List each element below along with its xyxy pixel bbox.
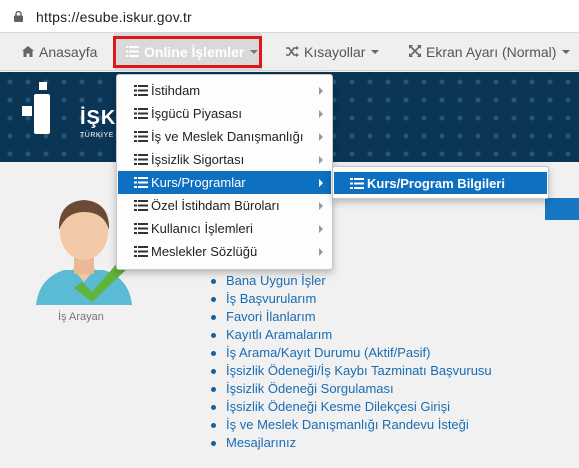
menu-item-meslekler[interactable]: Meslekler Sözlüğü [118, 240, 331, 263]
chevron-down-icon [371, 50, 380, 54]
menu-item-ozel-istihdam[interactable]: Özel İstihdam Büroları [118, 194, 331, 217]
list-icon [134, 85, 148, 96]
chevron-right-icon [319, 248, 323, 256]
menu-item-label: İşgücü Piyasası [151, 106, 243, 121]
list-icon [134, 154, 148, 165]
iskur-logo-mark [22, 82, 50, 134]
lock-icon [14, 11, 23, 22]
list-item[interactable]: Bana Uygun İşler [210, 272, 492, 290]
menu-item-isgucu[interactable]: İşgücü Piyasası [118, 102, 331, 125]
address-bar[interactable]: https://esube.iskur.gov.tr [0, 0, 579, 33]
menu-item-label: İş ve Meslek Danışmanlığı [151, 129, 304, 144]
menu-item-istihdam[interactable]: İstihdam [118, 79, 331, 102]
expand-icon [409, 44, 421, 60]
highlight-box [113, 36, 262, 68]
list-item[interactable]: İşsizlik Ödeneği/İş Kaybı Tazminatı Başv… [210, 362, 492, 380]
chevron-right-icon [319, 87, 323, 95]
list-item[interactable]: İşsizlik Ödeneği Kesme Dilekçesi Girişi [210, 398, 492, 416]
nav-shortcuts-label: Kısayollar [304, 44, 366, 60]
submenu-item-kurs-program-bilgileri[interactable]: Kurs/Program Bilgileri [334, 172, 547, 194]
menu-item-label: Özel İstihdam Büroları [151, 198, 280, 213]
quick-links-list: Bana Uygun İşler İş Başvurularım Favori … [210, 272, 492, 452]
list-item[interactable]: Mesajlarınız [210, 434, 492, 452]
list-icon [134, 200, 148, 211]
url-text[interactable]: https://esube.iskur.gov.tr [36, 9, 192, 25]
logo-text: İŞK [80, 107, 117, 129]
list-icon [350, 177, 364, 189]
list-icon [134, 223, 148, 234]
kurs-programlar-submenu: Kurs/Program Bilgileri [332, 166, 549, 199]
nav-screen-settings[interactable]: Ekran Ayarı (Normal) [409, 33, 571, 71]
nav-shortcuts[interactable]: Kısayollar [286, 33, 380, 71]
nav-screen-label: Ekran Ayarı (Normal) [426, 44, 557, 60]
list-icon [134, 246, 148, 257]
list-icon [134, 108, 148, 119]
chevron-right-icon [319, 133, 323, 141]
list-item[interactable]: Favori İlanlarım [210, 308, 492, 326]
online-islemler-dropdown: İstihdam İşgücü Piyasası İş ve Meslek Da… [116, 74, 333, 270]
nav-home-label: Anasayfa [39, 44, 98, 60]
nav-home[interactable]: Anasayfa [22, 33, 97, 71]
menu-item-kullanici[interactable]: Kullanıcı İşlemleri [118, 217, 331, 240]
list-item[interactable]: İşsizlik Ödeneği Sorgulaması [210, 380, 492, 398]
chevron-right-icon [319, 179, 323, 187]
chevron-right-icon [319, 110, 323, 118]
list-item[interactable]: Kayıtlı Aramalarım [210, 326, 492, 344]
shuffle-icon [286, 45, 299, 60]
right-blue-bar [545, 198, 579, 220]
list-item[interactable]: İş Arama/Kayıt Durumu (Aktif/Pasif) [210, 344, 492, 362]
menu-item-label: İstihdam [151, 83, 201, 98]
menu-item-label: Kullanıcı İşlemleri [151, 221, 253, 236]
chevron-right-icon [319, 225, 323, 233]
menu-item-label: İşsizlik Sigortası [151, 152, 245, 167]
home-icon [22, 45, 34, 60]
menu-item-label: Meslekler Sözlüğü [151, 244, 258, 259]
chevron-down-icon [562, 50, 571, 54]
menu-item-sigorta[interactable]: İşsizlik Sigortası [118, 148, 331, 171]
list-item[interactable]: İş Başvurularım [210, 290, 492, 308]
list-icon [134, 177, 148, 188]
logo-subtext: TÜRKİYE [80, 132, 114, 139]
top-navbar: Anasayfa Online İşlemler Kısayollar Ekra… [0, 33, 579, 71]
chevron-right-icon [319, 156, 323, 164]
menu-item-danismanlik[interactable]: İş ve Meslek Danışmanlığı [118, 125, 331, 148]
menu-item-kurs-programlar[interactable]: Kurs/Programlar [118, 171, 331, 194]
menu-item-label: Kurs/Programlar [151, 175, 246, 190]
submenu-item-label: Kurs/Program Bilgileri [367, 175, 505, 191]
chevron-right-icon [319, 202, 323, 210]
list-item[interactable]: İş ve Meslek Danışmanlığı Randevu İsteği [210, 416, 492, 434]
user-role-label: İş Arayan [58, 311, 104, 323]
list-icon [134, 131, 148, 142]
